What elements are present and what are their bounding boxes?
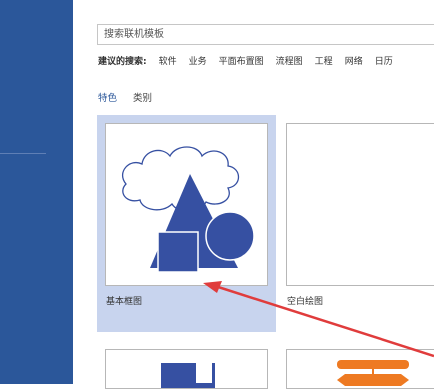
annotation-arrow (203, 281, 434, 358)
